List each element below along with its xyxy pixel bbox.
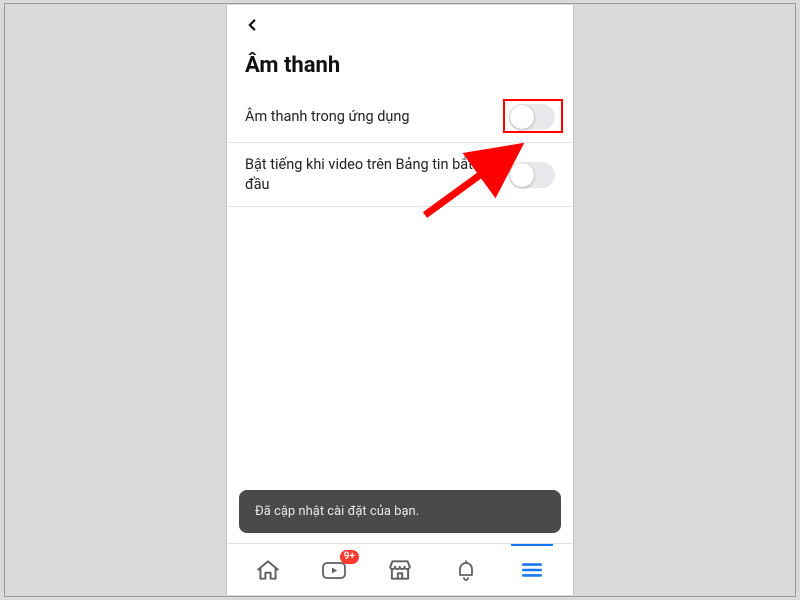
setting-label: Âm thanh trong ứng dụng <box>245 107 410 127</box>
page-title: Âm thanh <box>227 45 573 92</box>
setting-row-video-autoplay-sound: Bật tiếng khi video trên Bảng tin bắt đầ… <box>227 143 573 207</box>
top-bar <box>227 5 573 45</box>
setting-label: Bật tiếng khi video trên Bảng tin bắt đầ… <box>245 155 493 194</box>
toast-message: Đã cập nhật cài đặt của bạn. <box>255 504 419 519</box>
tab-home[interactable] <box>241 544 295 596</box>
setting-row-in-app-sound: Âm thanh trong ứng dụng <box>227 92 573 143</box>
back-button[interactable] <box>239 12 265 38</box>
screenshot-frame: Âm thanh Âm thanh trong ứng dụng Bật tiế… <box>4 3 796 597</box>
tab-watch[interactable]: 9+ <box>307 544 361 596</box>
home-icon <box>255 557 281 583</box>
menu-icon <box>519 557 545 583</box>
watch-badge: 9+ <box>340 550 359 564</box>
marketplace-icon <box>387 557 413 583</box>
tab-notifications[interactable] <box>439 544 493 596</box>
toggle-video-autoplay-sound[interactable] <box>509 162 555 188</box>
toggle-in-app-sound[interactable] <box>509 104 555 130</box>
tab-marketplace[interactable] <box>373 544 427 596</box>
bottom-tab-bar: 9+ <box>227 543 573 595</box>
bell-icon <box>454 557 478 583</box>
tab-menu[interactable] <box>505 544 559 596</box>
toast-notification: Đã cập nhật cài đặt của bạn. <box>239 490 561 533</box>
chevron-left-icon <box>243 16 261 34</box>
phone-screen: Âm thanh Âm thanh trong ứng dụng Bật tiế… <box>226 5 574 595</box>
toggle-knob <box>510 105 534 129</box>
toggle-knob <box>510 163 534 187</box>
